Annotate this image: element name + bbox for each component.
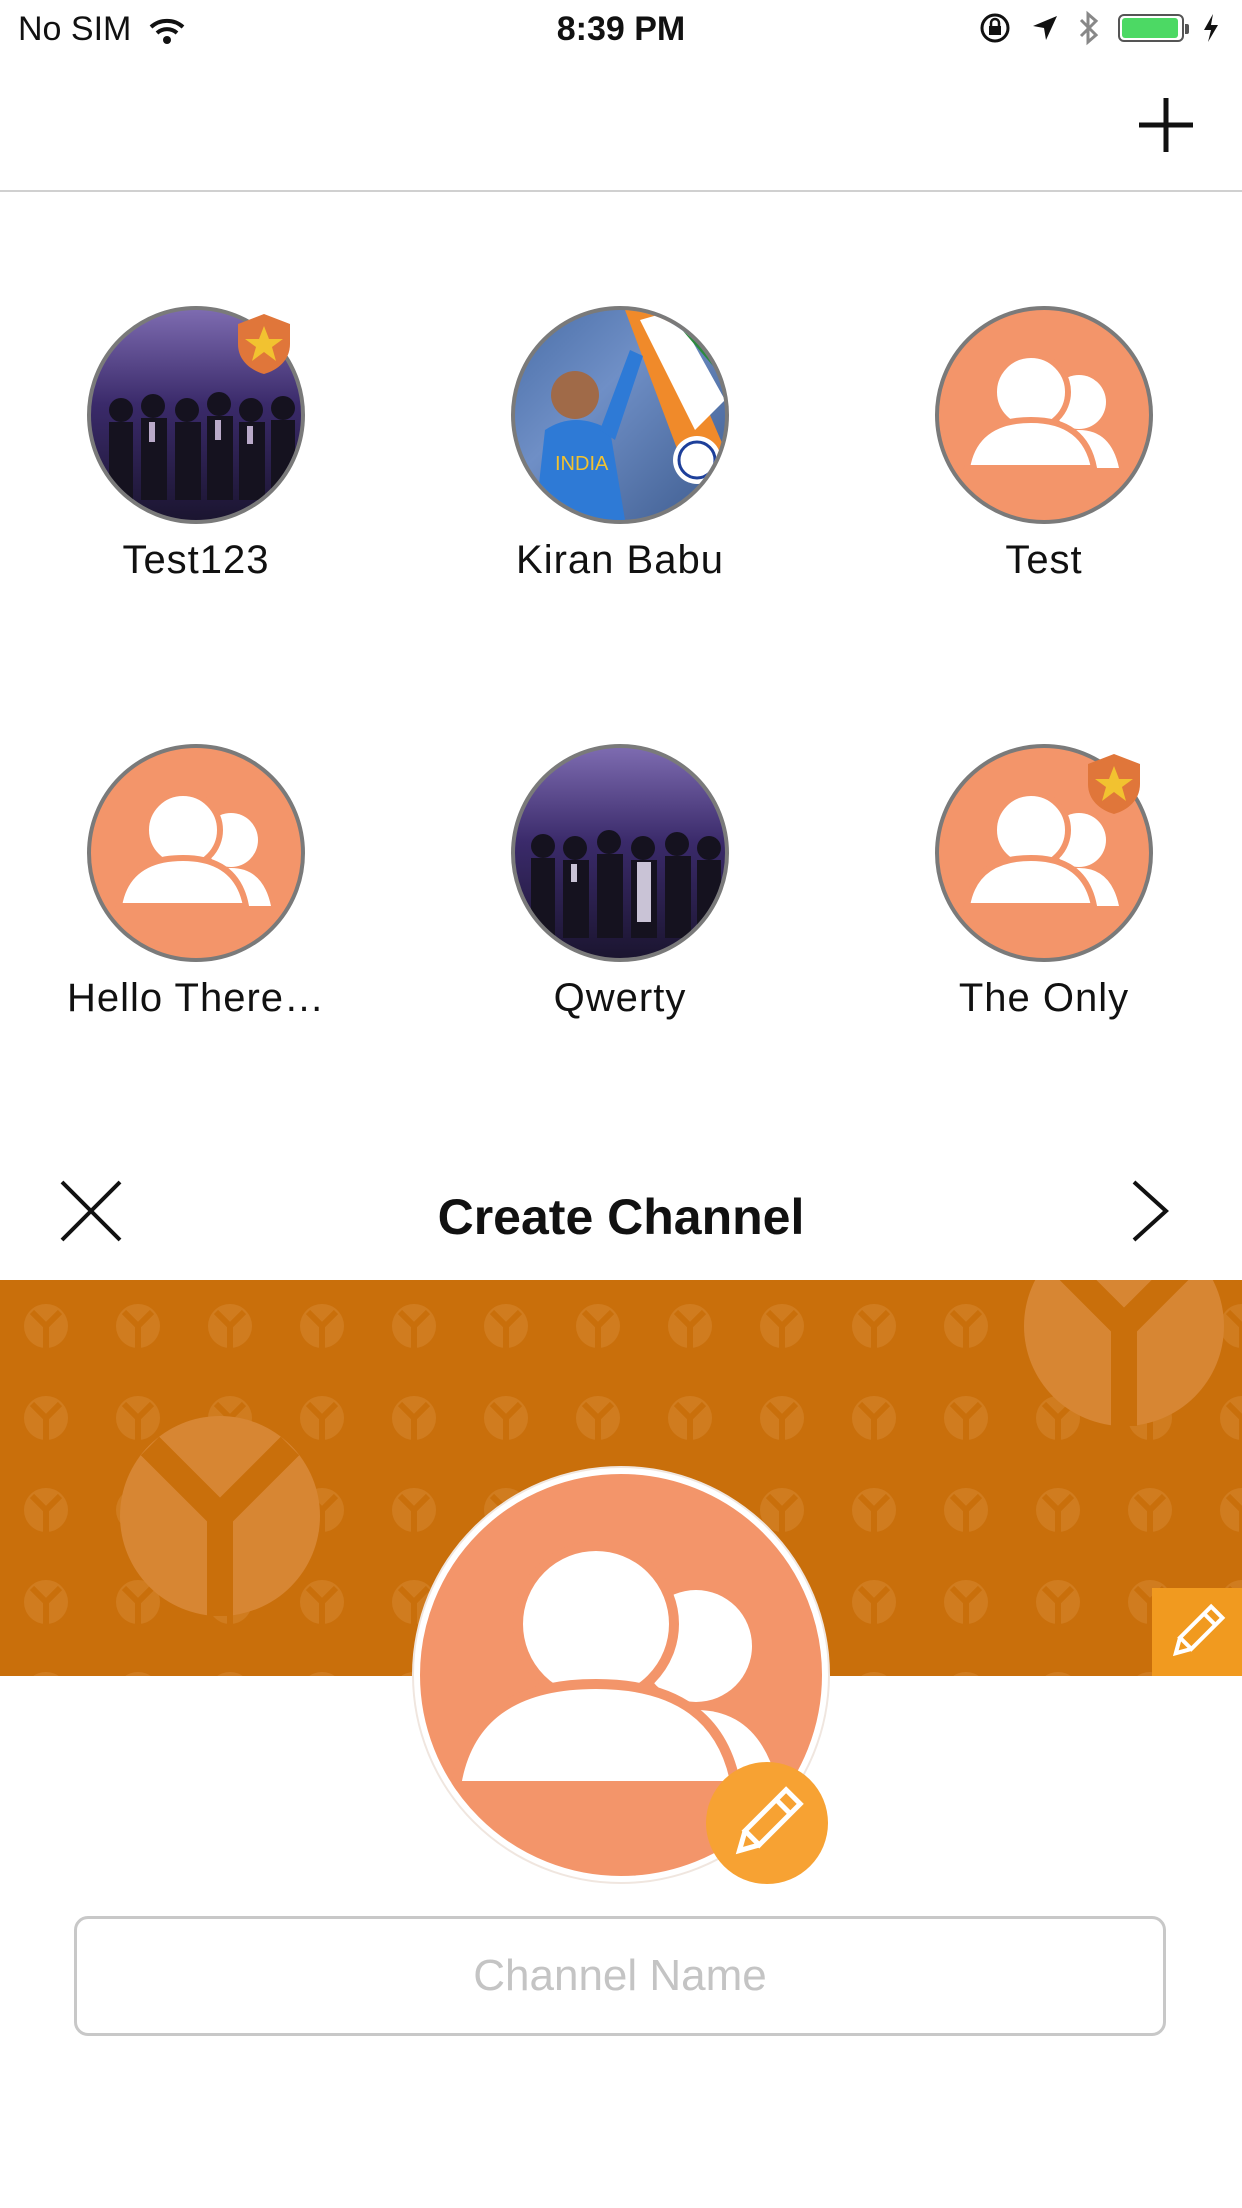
- rotation-lock-icon: [980, 13, 1010, 43]
- next-button[interactable]: [1128, 1178, 1172, 1244]
- channel-name: The Only: [958, 976, 1130, 1020]
- channel-name: Test123: [122, 538, 270, 582]
- admin-badge-icon: [1088, 754, 1140, 814]
- channel-name: Kiran Babu: [516, 538, 724, 582]
- plus-icon: [1139, 98, 1193, 152]
- create-channel-header: Create Channel: [0, 1160, 1242, 1280]
- location-icon: [1033, 16, 1057, 40]
- channel-avatar: [511, 744, 729, 962]
- group-icon: [115, 790, 271, 909]
- edit-avatar-button[interactable]: [706, 1762, 828, 1884]
- charging-icon: [1204, 14, 1218, 42]
- channel-item[interactable]: The Only: [874, 744, 1214, 1021]
- channel-item[interactable]: Test123: [26, 306, 366, 583]
- svg-text:INDIA: INDIA: [555, 453, 609, 475]
- channel-avatar: INDIA: [511, 306, 729, 524]
- nav-bar: [0, 60, 1242, 192]
- channel-avatar: [87, 744, 305, 962]
- channel-item[interactable]: Test: [874, 306, 1214, 583]
- add-channel-button[interactable]: [1130, 90, 1202, 162]
- create-channel-title: Create Channel: [437, 1189, 805, 1245]
- channel-name: Qwerty: [553, 976, 687, 1020]
- channel-name-input[interactable]: [74, 1916, 1166, 2036]
- edit-cover-button[interactable]: [1152, 1588, 1242, 1676]
- crowd-photo: [531, 830, 721, 938]
- channel-item[interactable]: INDIA Kiran Babu: [450, 306, 790, 583]
- channel-item[interactable]: Hello There…: [26, 744, 366, 1021]
- battery-icon: [1118, 14, 1189, 42]
- crowd-photo: [109, 392, 295, 500]
- cricket-photo: INDIA: [535, 310, 725, 520]
- admin-badge-icon: [238, 314, 290, 374]
- channel-name: Test: [1005, 538, 1083, 582]
- status-right: [978, 10, 1220, 46]
- bluetooth-icon: [1079, 10, 1099, 46]
- pencil-icon: [1172, 1603, 1226, 1657]
- pencil-icon: [735, 1786, 804, 1855]
- channel-item[interactable]: Qwerty: [450, 744, 790, 1021]
- chevron-right-icon: [1132, 1180, 1169, 1242]
- channel-name: Hello There…: [66, 976, 326, 1020]
- status-bar: No SIM 8:39 PM: [0, 0, 1242, 60]
- channel-avatar: [935, 306, 1153, 524]
- group-icon: [963, 352, 1119, 471]
